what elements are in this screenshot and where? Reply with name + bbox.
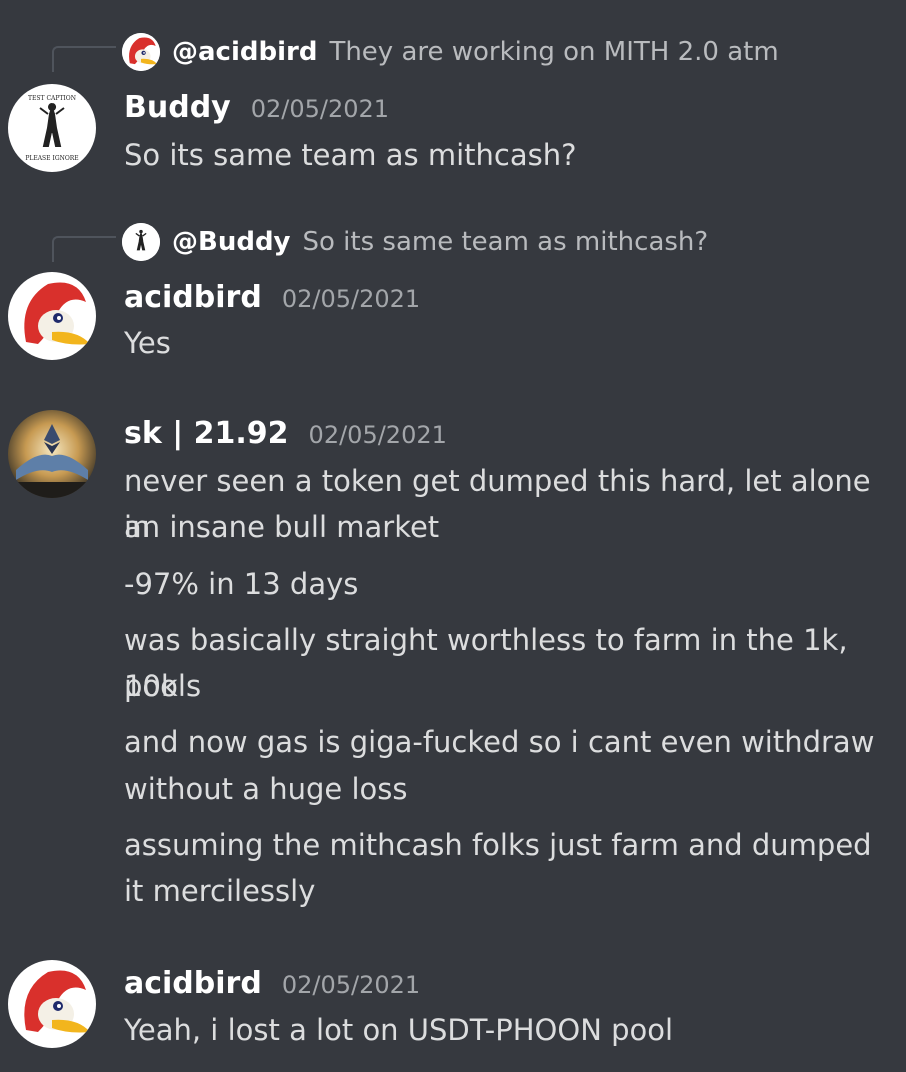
reply-connector (52, 236, 116, 262)
message-header: acidbird 02/05/2021 (124, 966, 420, 1001)
reply-text[interactable]: So its same team as mithcash? (303, 227, 709, 257)
acidbird-avatar[interactable] (8, 272, 96, 360)
message-text: an insane bull market (124, 510, 440, 544)
message-text: Yes (124, 326, 171, 360)
timestamp: 02/05/2021 (250, 95, 390, 123)
username[interactable]: acidbird (124, 280, 262, 315)
message-text: -97% in 13 days (124, 567, 359, 601)
message-text: pools (124, 669, 202, 703)
reply-connector (52, 46, 116, 72)
acidbird-avatar[interactable] (8, 960, 96, 1048)
message-text: Yeah, i lost a lot on USDT-PHOON pool (124, 1013, 674, 1047)
username[interactable]: acidbird (124, 966, 262, 1001)
avatar-bottom-caption: PLEASE IGNORE (25, 155, 78, 162)
reply-text[interactable]: They are working on MITH 2.0 atm (329, 37, 778, 67)
message-text: and now gas is giga-fucked so i cant eve… (124, 725, 875, 759)
timestamp: 02/05/2021 (281, 971, 421, 999)
message-header: sk | 21.92 02/05/2021 (124, 416, 447, 451)
username[interactable]: Buddy (124, 90, 231, 125)
avatar-top-caption: TEST CAPTION (28, 95, 76, 102)
message-header: acidbird 02/05/2021 (124, 280, 420, 315)
timestamp: 02/05/2021 (281, 285, 421, 313)
reply-preview[interactable]: @Buddy So its same team as mithcash? (122, 222, 708, 262)
buddy-mini-avatar (122, 223, 160, 261)
reply-mention[interactable]: @Buddy (172, 227, 291, 257)
sk-avatar[interactable] (8, 410, 96, 498)
message-text: it mercilessly (124, 874, 316, 908)
acidbird-mini-avatar (122, 33, 160, 71)
username[interactable]: sk | 21.92 (124, 416, 289, 451)
message-text: So its same team as mithcash? (124, 138, 577, 172)
buddy-avatar[interactable]: TEST CAPTION PLEASE IGNORE (8, 84, 96, 172)
message-text: assuming the mithcash folks just farm an… (124, 828, 872, 862)
reply-mention[interactable]: @acidbird (172, 37, 317, 67)
message-text: without a huge loss (124, 772, 408, 806)
reply-preview[interactable]: @acidbird They are working on MITH 2.0 a… (122, 32, 779, 72)
timestamp: 02/05/2021 (308, 421, 447, 449)
message-header: Buddy 02/05/2021 (124, 90, 389, 125)
